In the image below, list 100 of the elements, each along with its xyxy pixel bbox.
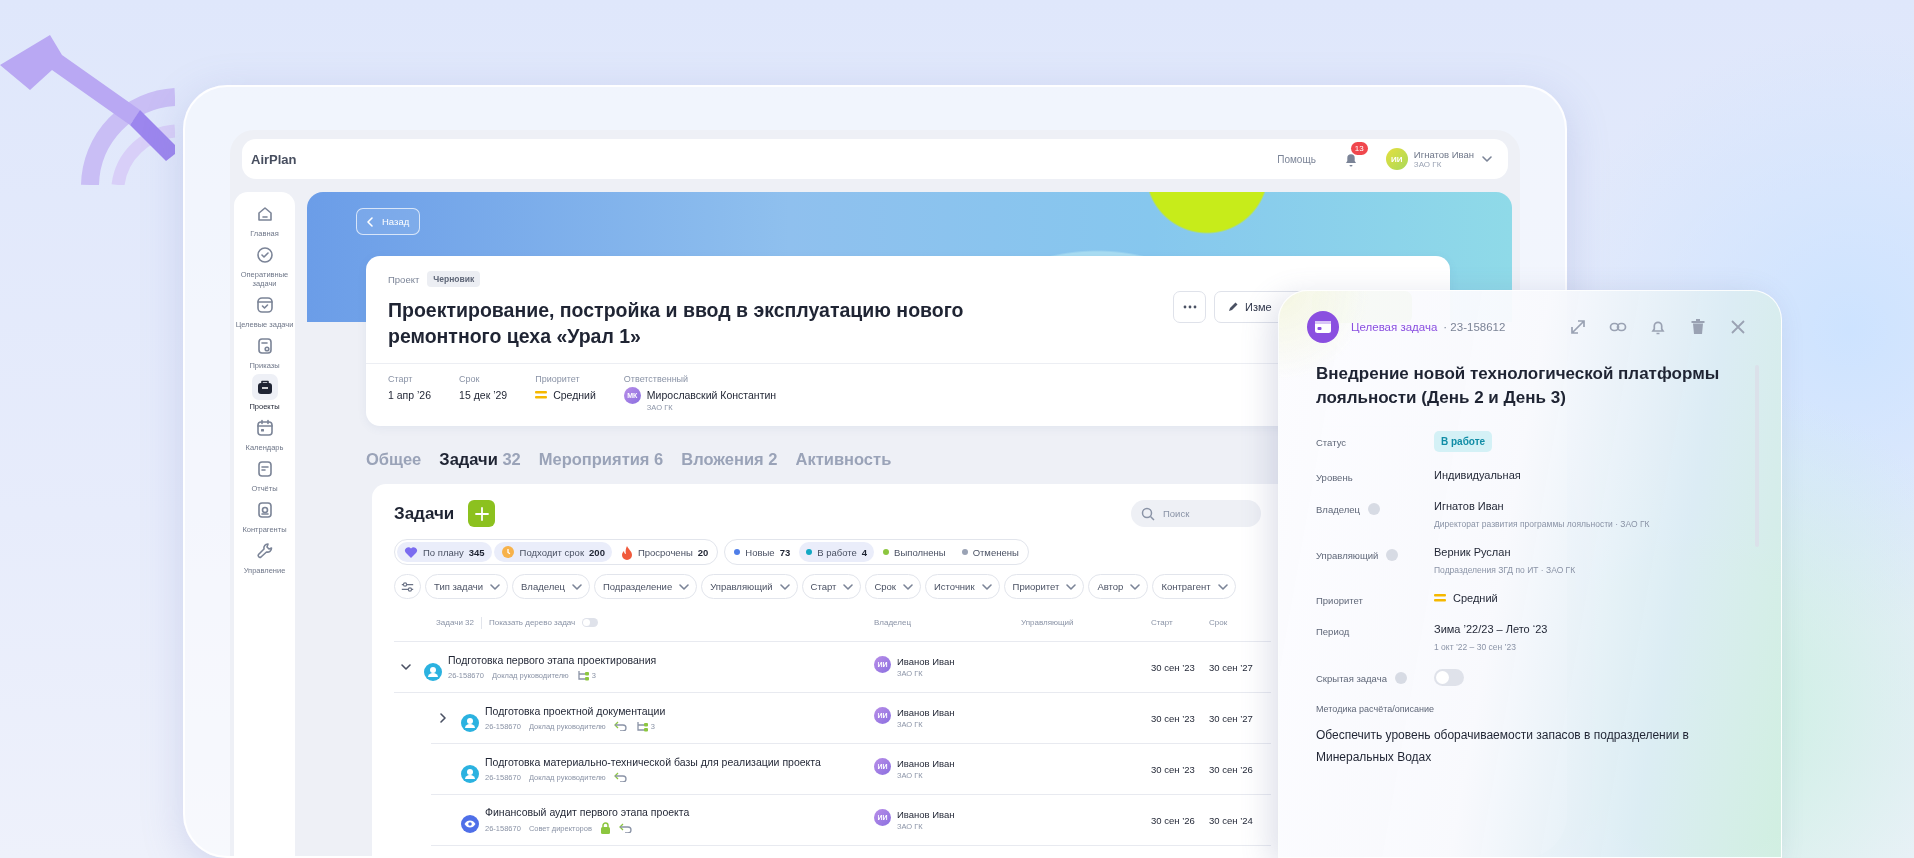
person-icon <box>461 764 479 783</box>
tree-toggle-label: Показать дерево задач <box>489 618 576 627</box>
status-chip[interactable]: Отменены <box>954 542 1026 562</box>
filter-dropdown[interactable]: Старт <box>801 574 862 599</box>
filter-dropdown[interactable]: Тип задачи <box>425 574 508 599</box>
more-icon <box>1182 305 1197 309</box>
priority-medium-icon <box>535 391 548 399</box>
field-detail: Подразделения ЗГД по ИТ · ЗАО ГК <box>1434 565 1577 575</box>
hierarchy-icon <box>635 720 649 732</box>
field-value: Зима ’22/23 – Лето ‘23 <box>1434 623 1549 635</box>
field-detail: 1 окт ’22 – 30 сен ’23 <box>1434 642 1517 652</box>
status-chip[interactable]: Просрочены 20 <box>613 542 716 562</box>
status-chip[interactable]: По плану 345 <box>397 542 492 562</box>
column-header: Срок <box>1209 618 1229 627</box>
filter-dropdown[interactable]: Источник <box>925 574 1000 599</box>
status-chip[interactable]: Выполнены <box>876 542 953 562</box>
field-label: Методика расчёта/описание <box>1316 704 1436 714</box>
tree-toggle[interactable] <box>582 618 599 627</box>
status-badge: В работе <box>1434 431 1493 452</box>
column-header: Владелец <box>874 618 912 627</box>
owner-name: Иванов Иван <box>897 656 955 667</box>
column-header: Старт <box>1151 618 1174 627</box>
avatar: ИИ <box>1385 148 1408 170</box>
add-button[interactable] <box>468 500 496 527</box>
start-date: 30 сен ’23 <box>1151 763 1196 775</box>
plus-icon <box>474 506 489 521</box>
user-name: Игнатов Иван <box>1413 149 1474 160</box>
tab[interactable]: Задачи 32 <box>439 450 521 469</box>
status-chip[interactable]: Подходит срок 200 <box>493 542 612 562</box>
field-label: Статус <box>1316 437 1347 448</box>
filter-dropdown[interactable]: Контрагент <box>1152 574 1236 599</box>
task-count: Задачи 32 <box>436 618 474 627</box>
expand-icon[interactable] <box>1569 318 1587 336</box>
field-value: Средний <box>1453 592 1498 604</box>
help-icon[interactable] <box>1394 672 1407 684</box>
task-title: Внедрение новой технологической платформы лояльности (День 2 и День 3) <box>1316 363 1721 409</box>
column-header: Управляющий <box>1021 618 1075 627</box>
meta-value: 15 дек ’29 <box>459 389 508 401</box>
search-field[interactable]: Поиск <box>1131 500 1261 527</box>
project-title: Проектирование, постройка и ввод в эксплуатацию нового ремонтного цеха «Урал 1» <box>388 298 965 349</box>
filter-settings-button[interactable] <box>394 574 421 599</box>
filter-dropdown[interactable]: Подразделение <box>593 574 698 599</box>
heart-icon <box>404 545 418 559</box>
clock-icon <box>500 545 515 559</box>
filter-dropdown[interactable]: Приоритет <box>1003 574 1085 599</box>
toggle-knob <box>583 619 591 626</box>
logo[interactable]: AirPlan <box>251 151 297 167</box>
task-id: · 23-158612 <box>1443 321 1506 333</box>
start-date: 30 сен ’23 <box>1151 661 1196 673</box>
help-icon[interactable] <box>1367 503 1380 515</box>
task-title[interactable]: Подготовка материально-технической базы для реализации проекта <box>485 756 821 768</box>
filter-dropdown[interactable]: Автор <box>1088 574 1149 599</box>
field-value: Индивидуальная <box>1434 469 1522 481</box>
meta-label: Срок <box>459 374 481 384</box>
owner-name: Иванов Иван <box>897 758 955 769</box>
meta-value: Средний <box>553 389 596 401</box>
toggle-knob <box>1436 671 1449 684</box>
hierarchy-icon <box>576 669 590 681</box>
field-value: Игнатов Иван <box>1434 500 1505 512</box>
help-icon[interactable] <box>1386 549 1399 561</box>
owner-name: Иванов Иван <box>897 809 955 820</box>
field-label: Управляющий <box>1316 549 1379 561</box>
check-box-icon <box>254 295 275 315</box>
filter-dropdown[interactable]: Управляющий <box>701 574 798 599</box>
search-input[interactable]: Поиск <box>1161 507 1245 520</box>
priority-medium-icon <box>1434 594 1446 602</box>
status-chip[interactable]: Новые 73 <box>727 542 798 562</box>
section-title: Задачи <box>394 503 455 524</box>
status-chip[interactable]: В работе 4 <box>799 542 875 562</box>
field-detail: Директорат развития программы лояльности · ЗАО ГК <box>1434 519 1651 529</box>
due-date: 30 сен ’26 <box>1209 763 1254 775</box>
description-text: Обеспечить уровень оборачиваемости запасов в подразделении в Минеральных Водах <box>1316 727 1690 766</box>
sliders-icon <box>401 579 414 594</box>
wrench-icon <box>254 541 275 561</box>
more-button[interactable] <box>1173 291 1206 323</box>
eye-icon <box>461 815 479 833</box>
due-date: 30 сен ’27 <box>1209 661 1254 673</box>
task-title[interactable]: Подготовка проектной документации <box>485 704 666 717</box>
due-date: 30 сен ’27 <box>1209 712 1254 724</box>
close-icon[interactable] <box>1729 318 1747 336</box>
pencil-icon <box>1227 301 1239 313</box>
field-label: Скрытая задача <box>1316 672 1387 684</box>
user-menu[interactable]: ИИ Игнатов Иван ЗАО ГК <box>1385 148 1494 170</box>
task-type: Целевая задача <box>1351 321 1438 333</box>
task-title[interactable]: Финансовый аудит первого этапа проекта <box>485 806 690 818</box>
filter-dropdown[interactable]: Владелец <box>512 574 590 599</box>
draft-badge: Черновик <box>427 271 481 287</box>
filter-dropdown[interactable]: Срок <box>865 574 921 599</box>
trash-icon[interactable] <box>1689 318 1707 336</box>
field-label: Приоритет <box>1316 595 1363 606</box>
start-date: 30 сен ’23 <box>1151 712 1196 724</box>
help-link[interactable]: Помощь <box>1277 153 1316 165</box>
project-type: Проект <box>388 273 420 285</box>
fire-icon <box>620 544 633 560</box>
notification-count: 13 <box>1350 142 1368 155</box>
field-label: Период <box>1316 626 1350 637</box>
person-icon <box>424 662 442 681</box>
task-title[interactable]: Подготовка первого этапа проектирования <box>448 653 657 666</box>
meta-value: 1 апр ’26 <box>388 389 432 401</box>
hidden-task-toggle[interactable] <box>1434 669 1464 686</box>
